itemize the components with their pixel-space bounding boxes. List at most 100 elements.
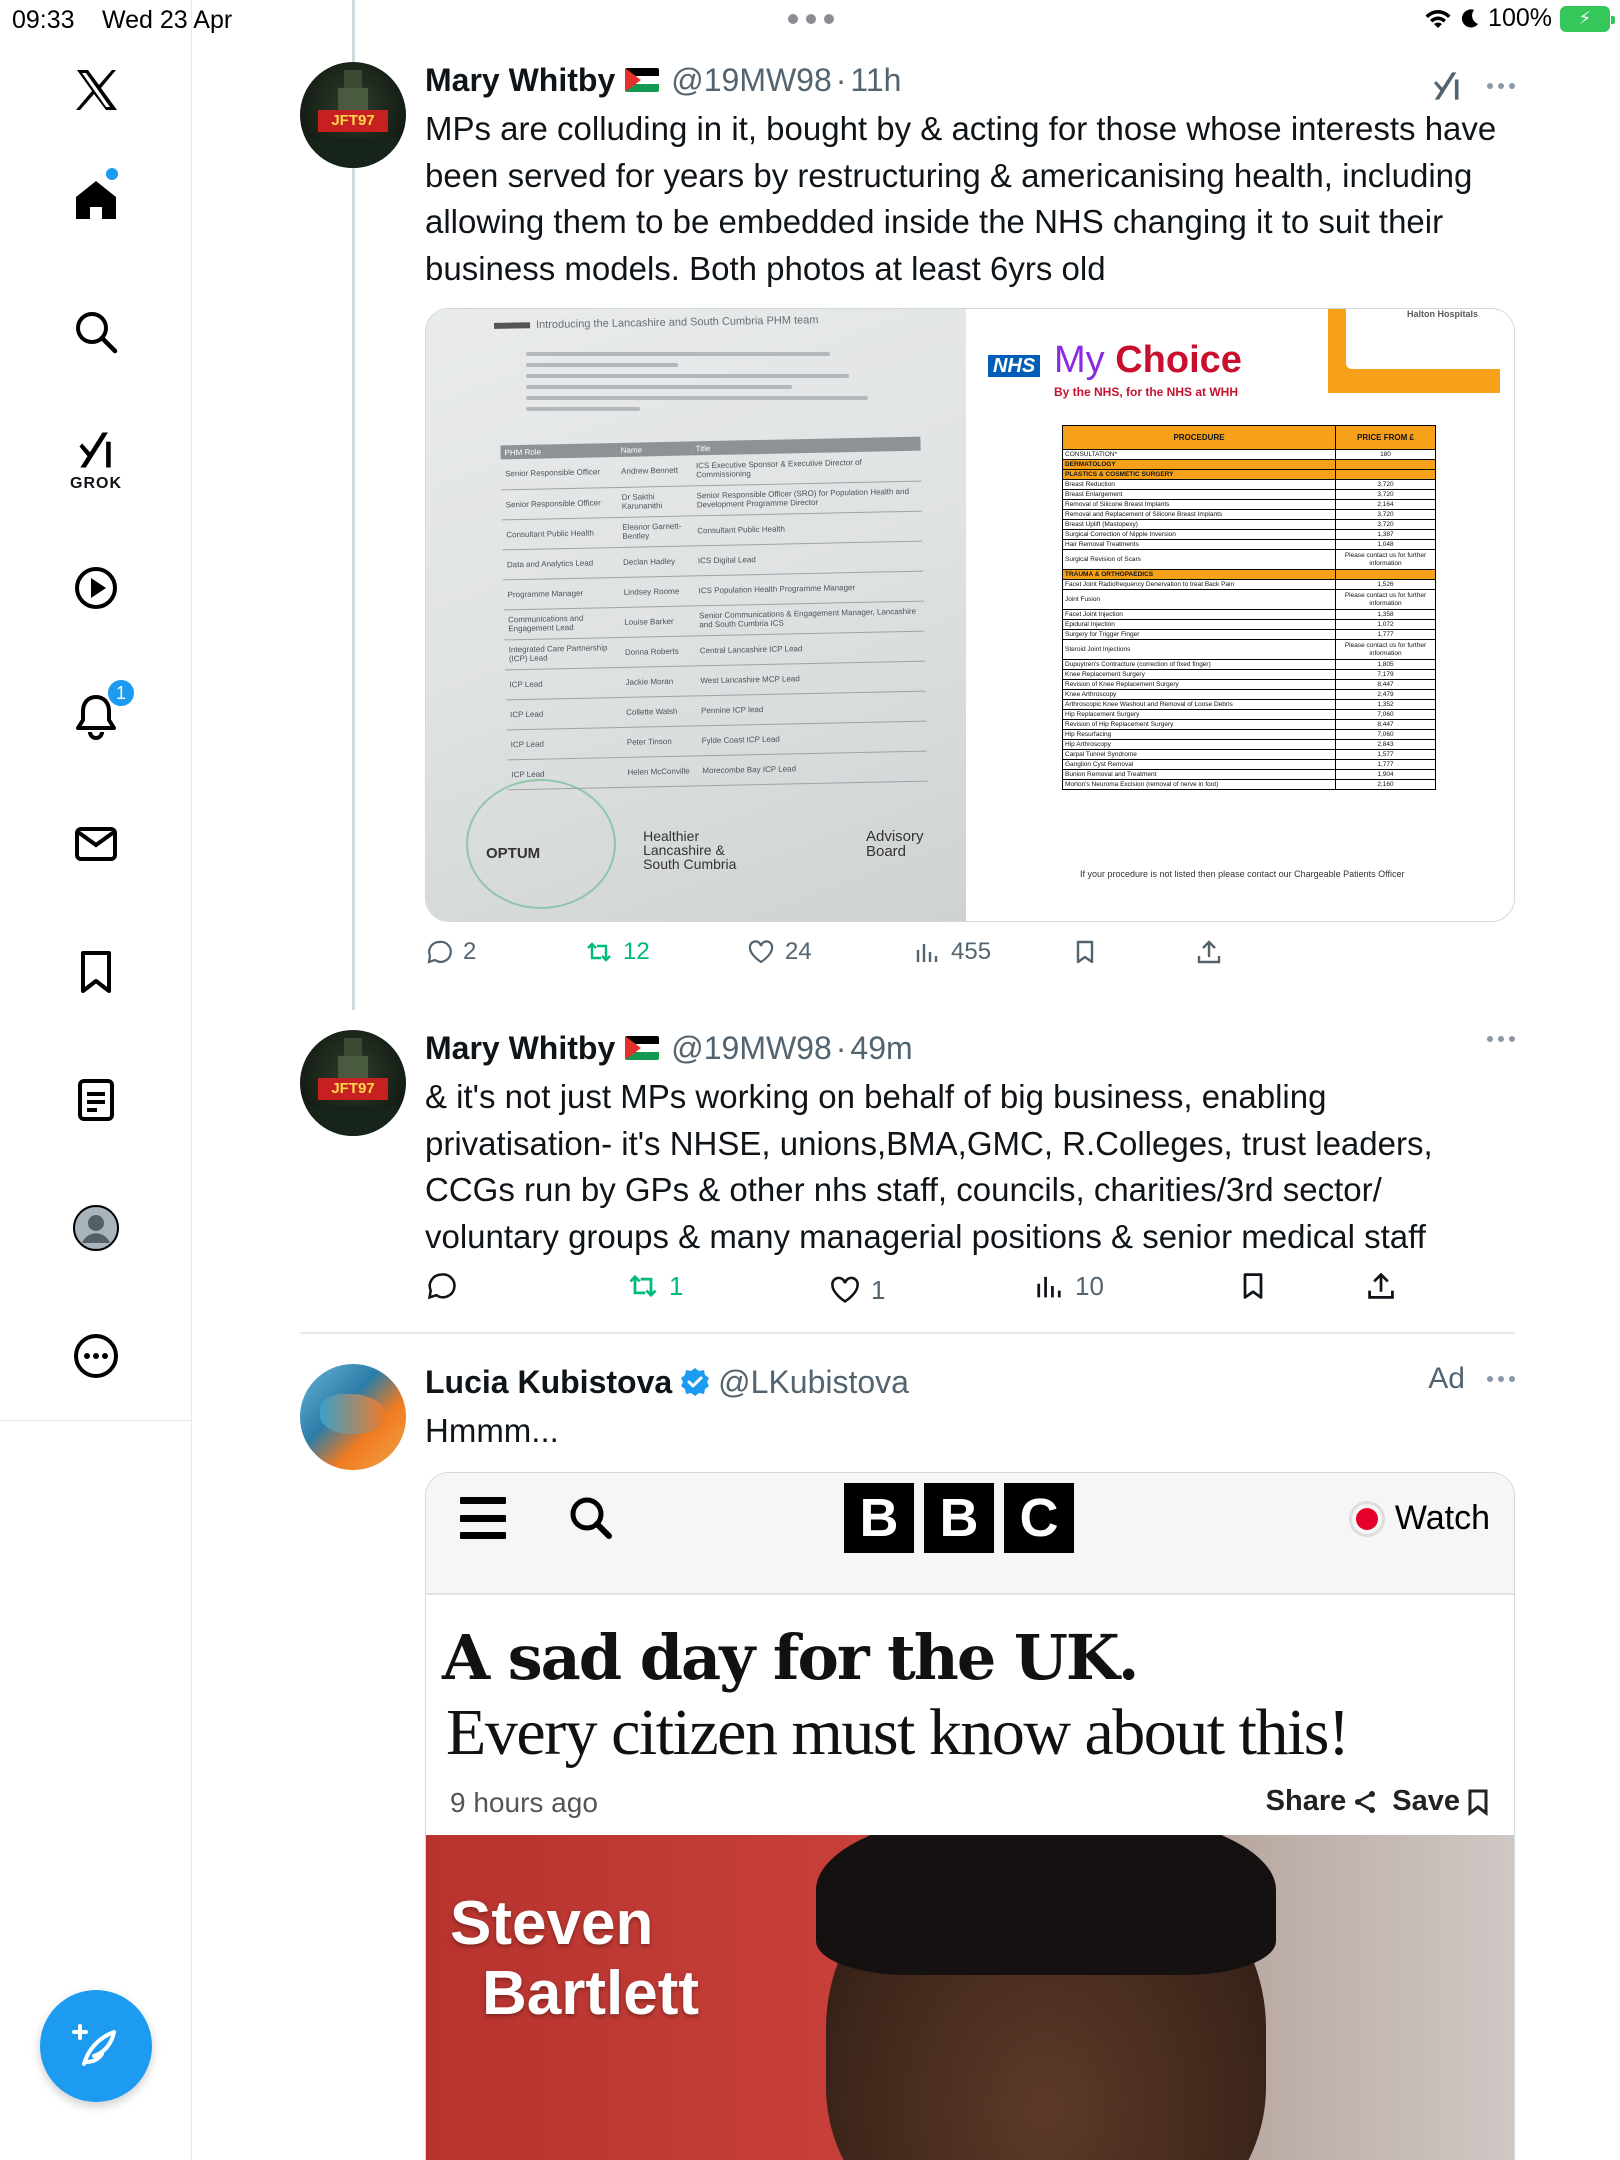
home-icon <box>76 181 116 219</box>
x-logo-icon[interactable] <box>48 42 144 138</box>
author-name[interactable]: Mary Whitby <box>425 1030 615 1067</box>
procedure-price: 1,072 <box>1335 619 1436 630</box>
document-photo[interactable]: Introducing the Lancashire and South Cum… <box>426 309 966 921</box>
share-save-group: Share Save <box>1266 1785 1490 1818</box>
photo-name-overlay: Steven Bartlett <box>450 1889 700 2028</box>
doc-table-cell: Senior Responsible Officer (SRO) for Pop… <box>692 480 922 516</box>
grok-icon[interactable] <box>1429 68 1465 104</box>
more-options-icon[interactable] <box>1487 83 1515 89</box>
tweet-ad[interactable]: Lucia Kubistova @LKubistova Ad Hmmm... <box>300 1360 1515 1480</box>
tweet-time[interactable]: 49m <box>850 1030 912 1067</box>
like-button[interactable]: 1 <box>829 1274 885 1306</box>
article-timestamp: 9 hours ago <box>450 1787 598 1818</box>
procedure-price: 1,358 <box>1335 609 1436 620</box>
author-handle[interactable]: @LKubistova <box>718 1364 909 1401</box>
views-chart-icon <box>1037 1276 1061 1298</box>
procedure-price: 1,526 <box>1335 579 1436 590</box>
list-icon <box>78 1079 114 1121</box>
author-name[interactable]: Mary Whitby <box>425 62 615 99</box>
price-table-row: TRAUMA & ORTHOPAEDICS <box>1062 569 1436 580</box>
procedure-name: Hip Replacement Surgery <box>1062 709 1336 720</box>
sidebar-item-profile[interactable] <box>48 1180 144 1276</box>
healthier-lsc-logo: Healthier Lancashire & South Cumbria <box>643 828 737 872</box>
avatar[interactable]: JFT97 <box>300 1030 406 1136</box>
views-chart-icon <box>916 944 938 962</box>
sidebar-item-more[interactable] <box>48 1308 144 1404</box>
my-choice-price-list[interactable]: Halton Hospitals NHS My Choice By the NH… <box>966 309 1514 921</box>
views-button[interactable]: 455 <box>913 938 991 966</box>
repost-count: 1 <box>669 1270 684 1301</box>
reply-button[interactable]: 2 <box>425 938 476 966</box>
bbc-logo: BBC <box>844 1483 1074 1553</box>
sidebar-item-notifications[interactable]: 1 <box>48 668 144 764</box>
sidebar-item-bookmarks[interactable] <box>48 924 144 1020</box>
repost-button[interactable]: 12 <box>585 938 650 966</box>
avatar-banner-text: JFT97 <box>318 110 388 132</box>
status-bar: 09:33 Wed 23 Apr 100% ⚡ <box>0 0 1620 40</box>
doc-table-cell: Senior Communications & Engagement Manag… <box>694 600 925 636</box>
more-options-icon[interactable] <box>1487 1376 1515 1382</box>
bookmark-button[interactable] <box>1071 938 1099 966</box>
procedure-price: Please contact us for further informatio… <box>1335 549 1436 570</box>
procedure-price: Please contact us for further informatio… <box>1335 589 1436 610</box>
search-icon <box>76 312 118 354</box>
bookmark-button[interactable] <box>1237 1270 1269 1302</box>
procedure-price: 1,352 <box>1335 699 1436 710</box>
price-table-header: PRICE FROM £ <box>1335 425 1436 450</box>
tweet-text: Hmmm... <box>425 1412 559 1449</box>
profile-avatar-icon <box>73 1205 119 1251</box>
doc-table-cell: ICP Lead <box>505 696 623 730</box>
doc-table-cell: ICP Lead <box>506 726 624 760</box>
price-table-row: Joint Fusion Please contact us for furthe… <box>1062 589 1436 610</box>
price-table-row: Removal and Replacement of Silicone Brea… <box>1062 509 1436 520</box>
sidebar-item-video[interactable] <box>48 540 144 636</box>
multitasking-dots[interactable] <box>788 14 834 24</box>
sidebar-item-search[interactable] <box>48 284 144 380</box>
price-table-row: Bunion Removal and Treatment 1,904 <box>1062 769 1436 780</box>
bookmark-icon <box>1468 1789 1488 1816</box>
repost-count: 12 <box>623 938 650 965</box>
moon-icon <box>1461 8 1479 27</box>
author-handle[interactable]: @19MW98 <box>671 62 832 99</box>
tweet-media-images[interactable]: Introducing the Lancashire and South Cum… <box>425 308 1515 922</box>
procedure-name: Morton's Neuroma Excision (removal of ne… <box>1062 779 1336 790</box>
views-button[interactable]: 10 <box>1033 1270 1104 1302</box>
more-options-icon[interactable] <box>1487 1036 1515 1042</box>
tweet-time[interactable]: 11h <box>850 62 901 99</box>
compose-post-button[interactable] <box>40 1990 152 2102</box>
ad-media-image[interactable]: BBC Watch A sad day for the UK. Every ci… <box>425 1472 1515 2160</box>
procedure-name: Removal and Replacement of Silicone Brea… <box>1062 509 1336 520</box>
tweet-actions: 1 1 10 <box>425 1270 1405 1314</box>
tweet-menu-group: Ad <box>1428 1362 1515 1396</box>
price-table-row: Knee Arthroscopy 2,479 <box>1062 689 1436 700</box>
sidebar-item-grok[interactable]: GROK <box>48 412 144 508</box>
sidebar-item-lists[interactable] <box>48 1052 144 1148</box>
doc-table-cell: Peter Tinson <box>622 725 699 757</box>
share-button[interactable] <box>1365 1270 1397 1302</box>
sidebar-item-home[interactable] <box>48 152 144 248</box>
reply-button[interactable] <box>425 1270 467 1302</box>
avatar-banner-text: JFT97 <box>318 1078 388 1100</box>
share-button[interactable] <box>1195 938 1223 966</box>
procedure-price: 3,720 <box>1335 509 1436 520</box>
procedure-name: Dupuytren's Contracture (correction of f… <box>1062 659 1336 670</box>
reply-icon <box>427 940 452 964</box>
avatar[interactable]: JFT97 <box>300 62 406 168</box>
avatar[interactable] <box>300 1364 406 1470</box>
watch-live: Watch <box>1348 1499 1490 1538</box>
author-name[interactable]: Lucia Kubistova <box>425 1364 672 1401</box>
like-button[interactable]: 24 <box>747 938 812 966</box>
repost-button[interactable]: 1 <box>627 1270 683 1302</box>
author-handle[interactable]: @19MW98 <box>671 1030 832 1067</box>
like-count: 1 <box>871 1274 886 1305</box>
price-table-row: Removal of Silicone Breast Implants 2,164 <box>1062 499 1436 510</box>
doc-table-cell: Louise Barker <box>619 605 696 637</box>
tweet-header: Lucia Kubistova @LKubistova <box>425 1360 1515 1404</box>
price-table-row: CONSULTATION* 180 <box>1062 449 1436 460</box>
sidebar-item-messages[interactable] <box>48 796 144 892</box>
procedure-price: 3,720 <box>1335 489 1436 500</box>
doc-table-cell: Fylde Coast ICP Lead <box>697 720 927 756</box>
doc-table-cell: ICS Digital Lead <box>693 540 924 576</box>
price-table-row: Surgery for Trigger Finger 1,777 <box>1062 629 1436 640</box>
procedure-name: Facet Joint Injection <box>1062 609 1336 620</box>
